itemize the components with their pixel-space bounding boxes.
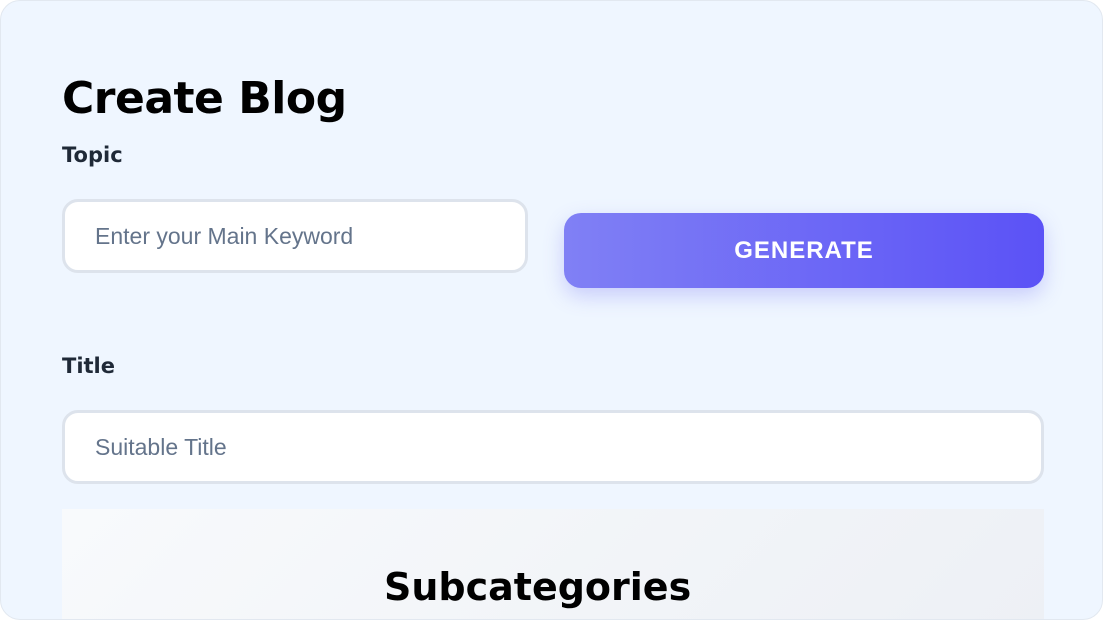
topic-input[interactable]	[62, 199, 528, 273]
title-label: Title	[62, 354, 116, 378]
topic-label: Topic	[62, 143, 123, 167]
generate-button[interactable]: GENERATE	[564, 213, 1044, 288]
subcategories-panel: Subcategories	[62, 509, 1044, 619]
title-input[interactable]	[62, 410, 1044, 484]
create-blog-card: Create Blog Topic GENERATE Title Subcate…	[0, 0, 1103, 620]
subcategories-heading: Subcategories	[384, 565, 692, 609]
page-title: Create Blog	[62, 73, 347, 124]
